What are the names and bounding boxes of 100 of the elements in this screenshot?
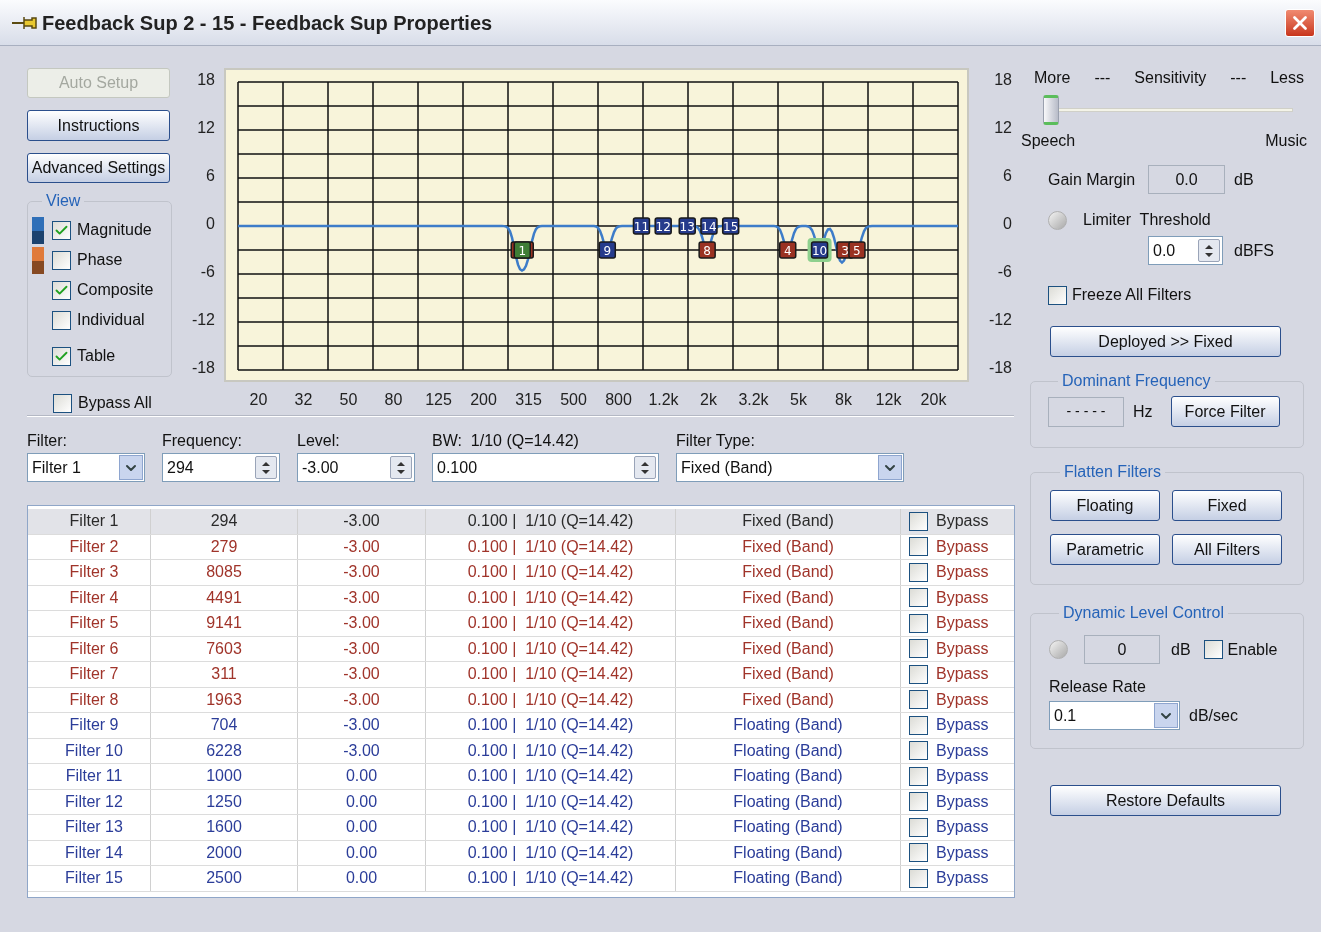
group-title: Dynamic Level Control [1062, 603, 1225, 623]
table-cell: 9141 [151, 611, 298, 636]
filter-marker[interactable]: 13 [678, 217, 696, 235]
table-row[interactable]: Filter 13 1600 0.00 0.100 | 1/10 (Q=14.42) Floating (Band) Bypass [28, 815, 1014, 841]
table-row[interactable]: Filter 12 1250 0.00 0.100 | 1/10 (Q=14.42) Floating (Band) Bypass [28, 789, 1014, 815]
frequency-field[interactable]: 294 [162, 453, 280, 482]
checkbox[interactable] [909, 817, 928, 837]
level-field[interactable]: -3.00 [297, 453, 415, 482]
option-label: Bypass All [78, 393, 152, 413]
filter-marker[interactable]: 10 [807, 238, 832, 262]
axis-label: -12 [988, 310, 1012, 330]
slider-label: Less [1270, 68, 1304, 88]
checkbox[interactable] [909, 843, 928, 863]
filter-marker[interactable]: 12 [654, 217, 672, 235]
flatten-button[interactable]: Fixed [1172, 490, 1282, 521]
spinner-arrows[interactable] [255, 456, 277, 479]
axis-label: 18 [994, 70, 1012, 90]
spinner-arrows[interactable] [1198, 239, 1220, 262]
release-rate-dropdown[interactable]: 0.1 [1049, 701, 1180, 730]
deploy-button[interactable]: Deployed >> Fixed [1050, 326, 1281, 357]
checkbox[interactable] [909, 537, 928, 557]
flatten-button[interactable]: Parametric [1050, 534, 1160, 565]
checkbox[interactable] [52, 310, 71, 330]
filter-marker[interactable]: 8 [698, 241, 716, 259]
checkbox[interactable] [909, 715, 928, 735]
table-row[interactable]: Filter 7 311 -3.00 0.100 | 1/10 (Q=14.42) Fixed (Band) Bypass [28, 662, 1014, 688]
filter-marker[interactable]: 9 [598, 241, 617, 259]
option-label: Bypass [936, 740, 989, 761]
table-row[interactable]: Filter 9 704 -3.00 0.100 | 1/10 (Q=14.42) Floating (Band) Bypass [28, 713, 1014, 739]
table-row[interactable]: Filter 3 8085 -3.00 0.100 | 1/10 (Q=14.42) Fixed (Band) Bypass [28, 560, 1014, 586]
table-row[interactable]: Filter 14 2000 0.00 0.100 | 1/10 (Q=14.42) Floating (Band) Bypass [28, 840, 1014, 866]
table-cell: 1000 [151, 764, 298, 789]
axis-label: 0 [1003, 214, 1012, 234]
table-cell: 311 [151, 662, 298, 687]
checkbox[interactable] [909, 664, 928, 684]
filter-dropdown[interactable]: Filter 1 [27, 453, 145, 482]
table-cell: Filter 9 [28, 713, 151, 738]
table-row[interactable]: Filter 5 9141 -3.00 0.100 | 1/10 (Q=14.42) Fixed (Band) Bypass [28, 611, 1014, 637]
checkbox[interactable] [909, 868, 928, 888]
table-row[interactable]: Filter 8 1963 -3.00 0.100 | 1/10 (Q=14.42) Fixed (Band) Bypass [28, 687, 1014, 713]
table-cell: Fixed (Band) [676, 636, 901, 661]
action-button[interactable]: Instructions [27, 110, 170, 141]
spinner-arrows[interactable] [634, 456, 656, 479]
axis-label: 18 [197, 70, 215, 90]
checkbox[interactable] [909, 792, 928, 812]
table-cell: -3.00 [298, 611, 426, 636]
table-cell: Filter 13 [28, 815, 151, 840]
restore-defaults-button[interactable]: Restore Defaults [1050, 785, 1281, 816]
threshold-field[interactable]: 0.0 [1148, 236, 1223, 265]
filter-marker[interactable]: 11 [632, 217, 651, 235]
checkbox[interactable] [1048, 285, 1067, 305]
checkbox[interactable] [909, 639, 928, 659]
filter-marker[interactable]: 15 [721, 217, 740, 235]
checkbox[interactable] [52, 220, 71, 240]
table-row[interactable]: Filter 15 2500 0.00 0.100 | 1/10 (Q=14.42) Floating (Band) Bypass [28, 866, 1014, 892]
table-row[interactable]: Filter 4 4491 -3.00 0.100 | 1/10 (Q=14.42) Fixed (Band) Bypass [28, 585, 1014, 611]
table-cell: -3.00 [298, 662, 426, 687]
table-cell: Fixed (Band) [676, 560, 901, 585]
table-row[interactable]: Filter 1 294 -3.00 0.100 | 1/10 (Q=14.42) Fixed (Band) Bypass [28, 509, 1014, 535]
filter-marker[interactable]: 5 [848, 241, 866, 259]
action-button[interactable]: Advanced Settings [27, 152, 170, 184]
checkbox[interactable] [52, 346, 71, 366]
table-cell: Floating (Band) [676, 764, 901, 789]
sensitivity-slider[interactable] [1043, 95, 1293, 125]
checkbox[interactable] [909, 766, 928, 786]
filter-marker[interactable]: 4 [779, 241, 797, 259]
checkbox[interactable] [1203, 640, 1223, 659]
table-cell: Filter 4 [28, 585, 151, 610]
slider-thumb[interactable] [1043, 95, 1059, 125]
table-cell: Filter 8 [28, 687, 151, 712]
option-label: Bypass [936, 766, 989, 787]
unit-label: Hz [1133, 401, 1153, 422]
checkbox[interactable] [909, 511, 928, 531]
filter-marker[interactable]: 1 [510, 241, 534, 259]
bandwidth-field[interactable]: 0.100 [432, 453, 659, 482]
checkbox[interactable] [909, 588, 928, 608]
flatten-button[interactable]: All Filters [1172, 534, 1282, 565]
option-label: Phase [77, 250, 123, 271]
table-row[interactable]: Filter 6 7603 -3.00 0.100 | 1/10 (Q=14.42) Fixed (Band) Bypass [28, 636, 1014, 662]
axis-label: 800 [604, 390, 633, 410]
checkbox[interactable] [909, 613, 928, 633]
checkbox[interactable] [909, 690, 928, 710]
option-label: Bypass [936, 587, 989, 608]
checkbox[interactable] [52, 250, 71, 270]
table-cell: 0.100 | 1/10 (Q=14.42) [426, 713, 676, 738]
checkbox[interactable] [53, 393, 72, 413]
table-cell: Filter 12 [28, 789, 151, 814]
axis-label: 12 [994, 118, 1012, 138]
flatten-button[interactable]: Floating [1050, 490, 1160, 521]
checkbox[interactable] [52, 280, 71, 300]
filter-marker[interactable]: 14 [700, 217, 718, 235]
force-filter-button[interactable]: Force Filter [1170, 396, 1280, 427]
filter-type-dropdown[interactable]: Fixed (Band) [676, 453, 904, 482]
table-cell: Floating (Band) [676, 840, 901, 865]
checkbox[interactable] [909, 741, 928, 761]
checkbox[interactable] [909, 562, 928, 582]
table-row[interactable]: Filter 10 6228 -3.00 0.100 | 1/10 (Q=14.42) Floating (Band) Bypass [28, 738, 1014, 764]
spinner-arrows[interactable] [390, 456, 412, 479]
table-row[interactable]: Filter 11 1000 0.00 0.100 | 1/10 (Q=14.42) Floating (Band) Bypass [28, 764, 1014, 790]
table-row[interactable]: Filter 2 279 -3.00 0.100 | 1/10 (Q=14.42) Fixed (Band) Bypass [28, 534, 1014, 560]
